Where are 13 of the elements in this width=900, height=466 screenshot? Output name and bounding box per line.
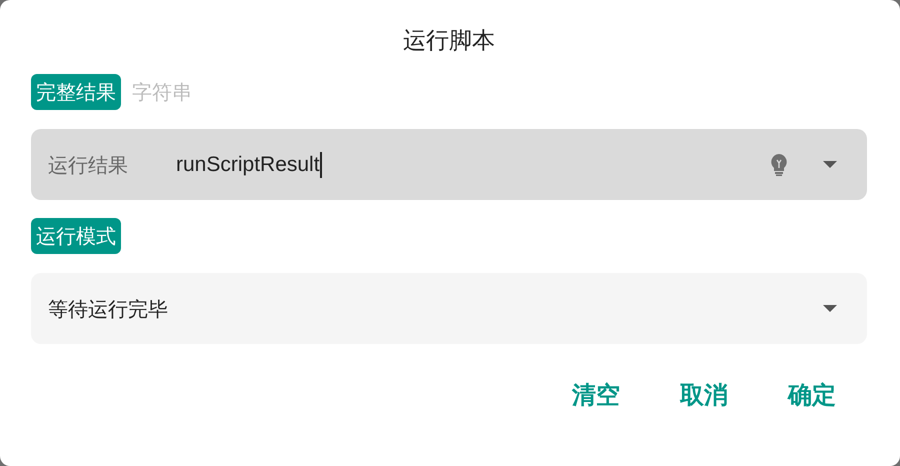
dropdown-caret-icon[interactable]: [823, 161, 837, 168]
dialog-button[interactable]: 取消: [680, 377, 728, 413]
text-cursor: [320, 152, 322, 178]
result-variable-field[interactable]: 运行结果 runScriptResult: [31, 129, 867, 200]
dialog-title: 运行脚本: [402, 30, 496, 56]
result-tab[interactable]: 完整结果: [31, 74, 121, 110]
dialog-button[interactable]: 确定: [788, 377, 836, 413]
dropdown-caret-icon: [823, 305, 837, 312]
lightbulb-icon[interactable]: [771, 154, 787, 176]
section-label: 运行模式: [31, 218, 121, 254]
result-tab[interactable]: 字符串: [127, 74, 197, 110]
dialog-button[interactable]: 清空: [572, 377, 620, 413]
run-mode-select[interactable]: 等待运行完毕: [31, 273, 867, 344]
